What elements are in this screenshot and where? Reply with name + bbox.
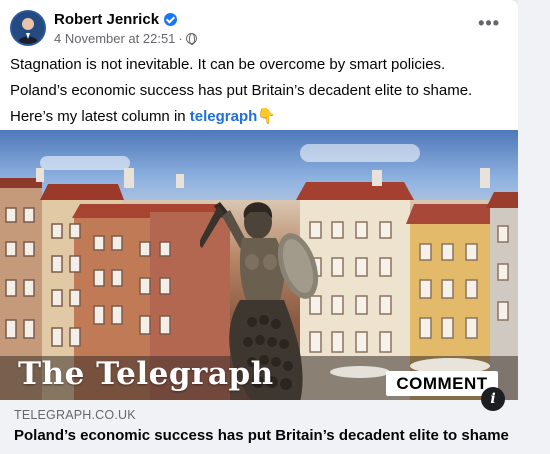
feed-background [518, 0, 550, 454]
post-line-1: Stagnation is not inevitable. It can be … [10, 56, 446, 73]
comment-badge: COMMENT [386, 371, 498, 396]
link-preview-card[interactable]: TELEGRAPH.CO.UK Poland’s economic succes… [0, 400, 518, 454]
article-image[interactable]: The Telegraph COMMENT [0, 130, 518, 400]
avatar[interactable] [10, 10, 46, 46]
post-timestamp[interactable]: 4 November at 22:51 [54, 31, 175, 46]
info-icon[interactable]: i [481, 387, 505, 411]
post-cta-line: Here’s my latest column in telegraph👇 [10, 107, 506, 127]
pointing-down-emoji: 👇 [257, 108, 276, 125]
avatar-portrait-icon [12, 12, 44, 44]
more-options-icon[interactable]: ••• [478, 14, 500, 32]
facebook-post: Robert Jenrick 4 November at 22:51 · •••… [0, 0, 518, 454]
meta-separator: · [178, 31, 183, 46]
post-header: Robert Jenrick 4 November at 22:51 · ••• [10, 10, 508, 50]
post-line-2: Poland’s economic success has put Britai… [10, 82, 473, 99]
author-name[interactable]: Robert Jenrick [54, 11, 159, 28]
link-headline[interactable]: Poland’s economic success has put Britai… [14, 427, 509, 444]
verified-badge-icon [164, 13, 178, 26]
telegraph-link[interactable]: telegraph [190, 108, 258, 125]
telegraph-logo: The Telegraph [18, 356, 274, 392]
cta-prefix: Here’s my latest column in [10, 108, 190, 125]
post-body: Stagnation is not inevitable. It can be … [10, 55, 506, 133]
link-domain: TELEGRAPH.CO.UK [14, 408, 136, 422]
globe-icon [185, 33, 197, 45]
